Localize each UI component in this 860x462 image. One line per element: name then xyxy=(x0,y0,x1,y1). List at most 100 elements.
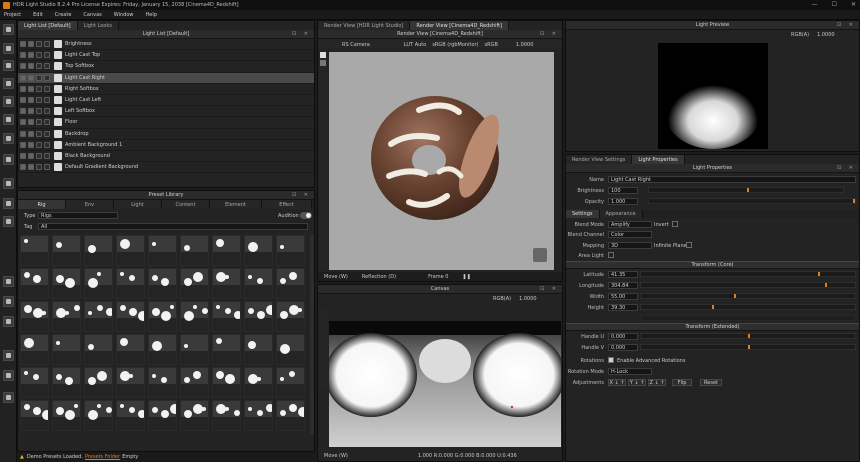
select-toggle[interactable] xyxy=(44,130,50,137)
background-icon[interactable] xyxy=(3,178,14,189)
preset-thumbnail[interactable] xyxy=(244,400,273,431)
longitude-input[interactable]: 304.84 xyxy=(608,282,638,289)
ev-select[interactable]: sRGB xyxy=(485,42,498,48)
preset-thumbnail[interactable] xyxy=(212,334,241,365)
preset-thumbnail[interactable] xyxy=(180,235,209,266)
handle-v-slider[interactable] xyxy=(640,344,856,350)
visibility-toggle[interactable] xyxy=(20,74,26,81)
solo-toggle[interactable] xyxy=(28,74,34,81)
render-icon[interactable] xyxy=(3,392,14,403)
preset-thumbnail[interactable] xyxy=(276,268,305,299)
light-list-item[interactable]: Brightness xyxy=(18,39,314,51)
visibility-toggle[interactable] xyxy=(20,130,26,137)
tab-rig[interactable]: Rig xyxy=(18,200,66,209)
light-preview-viewport[interactable] xyxy=(658,43,768,149)
preset-thumbnail[interactable] xyxy=(212,235,241,266)
effect-icon[interactable] xyxy=(3,154,14,165)
preset-thumbnail[interactable] xyxy=(20,334,49,365)
light-list-item[interactable]: Ambient Background 1 xyxy=(18,140,314,151)
menu-canvas[interactable]: Canvas xyxy=(83,12,101,18)
preset-thumbnail[interactable] xyxy=(52,301,81,332)
brightness-slider[interactable] xyxy=(648,187,844,193)
menu-edit[interactable]: Edit xyxy=(33,12,43,18)
softbox-icon[interactable] xyxy=(3,43,14,54)
panel-buttons[interactable]: ⊡ ✕ xyxy=(292,192,311,198)
preset-thumbnail[interactable] xyxy=(148,301,177,332)
gradient-icon[interactable] xyxy=(3,96,14,107)
lock-toggle[interactable] xyxy=(36,74,42,81)
move-tool-icon[interactable] xyxy=(320,60,326,66)
preset-thumbnail[interactable] xyxy=(276,400,305,431)
adjust-x-button[interactable]: X ↓ ↑ xyxy=(608,379,626,386)
lock-toggle[interactable] xyxy=(36,108,42,115)
solo-toggle[interactable] xyxy=(28,152,34,159)
preset-thumbnail[interactable] xyxy=(212,400,241,431)
visibility-toggle[interactable] xyxy=(20,97,26,104)
move-up-icon[interactable] xyxy=(3,316,14,327)
preset-thumbnail[interactable] xyxy=(84,301,113,332)
preset-thumbnail[interactable] xyxy=(84,235,113,266)
maximize-button[interactable]: ☐ xyxy=(832,1,837,8)
select-toggle[interactable] xyxy=(44,152,50,159)
preset-thumbnail[interactable] xyxy=(148,268,177,299)
light-list-item[interactable]: Floor xyxy=(18,117,314,129)
preset-thumbnail[interactable] xyxy=(244,268,273,299)
tab-light-properties[interactable]: Light Properties xyxy=(632,155,685,164)
tab-content[interactable]: Content xyxy=(162,200,210,209)
render-exposure[interactable]: 1.0000 xyxy=(516,42,534,48)
preview-exposure[interactable]: 1.0000 xyxy=(817,32,835,38)
tag-select[interactable]: All xyxy=(38,223,308,230)
preset-thumbnail[interactable] xyxy=(52,235,81,266)
invert-checkbox[interactable] xyxy=(672,221,678,227)
solo-toggle[interactable] xyxy=(28,119,34,126)
preset-thumbnail[interactable] xyxy=(20,400,49,431)
close-button[interactable]: ✕ xyxy=(851,1,856,8)
delete-icon[interactable] xyxy=(3,276,14,287)
lock-toggle[interactable] xyxy=(36,52,42,59)
lock-toggle[interactable] xyxy=(36,85,42,92)
preset-thumbnail[interactable] xyxy=(52,367,81,398)
blend-channel-select[interactable]: Color xyxy=(608,231,652,238)
infinite-plane-checkbox[interactable] xyxy=(686,242,692,248)
hdri-icon[interactable] xyxy=(3,133,14,144)
preset-thumbnail[interactable] xyxy=(244,334,273,365)
longitude-slider[interactable] xyxy=(640,282,856,288)
presets-folder-link[interactable]: Presets Folder xyxy=(85,454,120,460)
solo-toggle[interactable] xyxy=(28,97,34,104)
preset-thumbnail[interactable] xyxy=(20,235,49,266)
panel-buttons[interactable]: ⊡ ✕ xyxy=(837,22,856,28)
solo-toggle[interactable] xyxy=(28,41,34,48)
visibility-toggle[interactable] xyxy=(20,41,26,48)
transform-extended-header[interactable]: Transform (Extended) xyxy=(566,323,859,331)
visibility-toggle[interactable] xyxy=(20,152,26,159)
layer-icon[interactable] xyxy=(3,198,14,209)
solo-toggle[interactable] xyxy=(28,63,34,70)
handle-v-input[interactable]: 0.000 xyxy=(608,344,638,351)
settings-icon[interactable] xyxy=(3,370,14,381)
tab-appearance[interactable]: Appearance xyxy=(599,210,643,218)
preset-thumbnail[interactable] xyxy=(116,301,145,332)
tab-render-view-settings[interactable]: Render View Settings xyxy=(566,155,633,164)
preset-thumbnail[interactable] xyxy=(212,301,241,332)
type-select[interactable]: Rigs xyxy=(38,212,118,219)
duplicate-icon[interactable] xyxy=(3,296,14,307)
select-toggle[interactable] xyxy=(44,41,50,48)
camera-icon[interactable] xyxy=(3,350,14,361)
reflection-select[interactable]: Reflection (D) xyxy=(362,274,396,280)
preset-thumbnail[interactable] xyxy=(116,367,145,398)
preset-thumbnail[interactable] xyxy=(116,235,145,266)
solo-toggle[interactable] xyxy=(28,141,34,148)
group-icon[interactable] xyxy=(3,216,14,227)
render-move-select[interactable]: Move (W) xyxy=(324,274,348,280)
camera-select[interactable]: RS Camera xyxy=(342,42,370,48)
lut-select[interactable]: LUT Auto xyxy=(404,42,426,48)
preset-thumbnail[interactable] xyxy=(180,268,209,299)
preview-mode-select[interactable]: RGB(A) xyxy=(791,32,809,38)
preset-thumbnail[interactable] xyxy=(84,367,113,398)
canvas-viewport[interactable] xyxy=(325,321,565,447)
tab-light-looks[interactable]: Light Looks xyxy=(77,21,119,30)
solo-toggle[interactable] xyxy=(28,164,34,171)
adjust-z-button[interactable]: Z ↓ ↑ xyxy=(648,379,666,386)
flip-button[interactable]: Flip xyxy=(672,379,692,386)
rotation-slider[interactable] xyxy=(640,315,856,321)
